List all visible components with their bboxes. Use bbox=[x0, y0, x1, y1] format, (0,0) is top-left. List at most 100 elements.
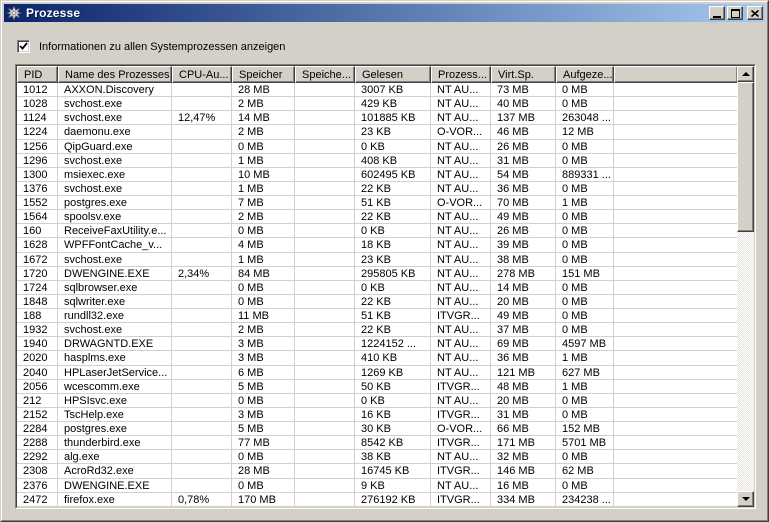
cell: 38 MB bbox=[491, 253, 556, 267]
cell: 12,47% bbox=[172, 111, 232, 125]
cell: 20 MB bbox=[491, 295, 556, 309]
table-row[interactable]: 1224daemonu.exe2 MB23 KBO-VOR...46 MB12 … bbox=[17, 125, 737, 139]
table-row[interactable]: 212HPSIsvc.exe0 MB0 KBNT AU...20 MB0 MB bbox=[17, 394, 737, 408]
table-row[interactable]: 1848sqlwriter.exe0 MB22 KBNT AU...20 MB0… bbox=[17, 295, 737, 309]
cell: 171 MB bbox=[491, 436, 556, 450]
table-row[interactable]: 1628WPFFontCache_v...4 MB18 KBNT AU...39… bbox=[17, 238, 737, 252]
cell: 28 MB bbox=[232, 464, 295, 478]
column-header[interactable]: PID bbox=[17, 66, 58, 83]
cell: 1672 bbox=[17, 253, 58, 267]
table-row[interactable]: 1724sqlbrowser.exe0 MB0 KBNT AU...14 MB0… bbox=[17, 281, 737, 295]
column-header[interactable]: Speiche... bbox=[295, 66, 355, 83]
table-row[interactable]: 2040HPLaserJetService...6 MB1269 KBNT AU… bbox=[17, 366, 737, 380]
system-processes-checkbox[interactable] bbox=[17, 40, 30, 53]
cell bbox=[295, 479, 355, 493]
cell: AXXON.Discovery bbox=[58, 83, 172, 97]
cell: NT AU... bbox=[431, 337, 491, 351]
window-title: Prozesse bbox=[26, 6, 80, 20]
table-row[interactable]: 1376svchost.exe1 MB22 KBNT AU...36 MB0 M… bbox=[17, 182, 737, 196]
cell: 188 bbox=[17, 309, 58, 323]
cell: 1552 bbox=[17, 196, 58, 210]
cell: 14 MB bbox=[491, 281, 556, 295]
scroll-down-button[interactable] bbox=[737, 491, 754, 507]
table-row[interactable]: 1028svchost.exe2 MB429 KBNT AU...40 MB0 … bbox=[17, 97, 737, 111]
column-header[interactable]: Virt.Sp. bbox=[491, 66, 556, 83]
vertical-scrollbar[interactable] bbox=[737, 66, 754, 507]
cell: 69 MB bbox=[491, 337, 556, 351]
table-row[interactable]: 2152TscHelp.exe3 MB16 KBITVGR...31 MB0 M… bbox=[17, 408, 737, 422]
cell: svchost.exe bbox=[58, 97, 172, 111]
cell: 16745 KB bbox=[355, 464, 431, 478]
column-header[interactable]: Prozess... bbox=[431, 66, 491, 83]
table-row[interactable]: 1720DWENGINE.EXE2,34%84 MB295805 KBNT AU… bbox=[17, 267, 737, 281]
cell: 146 MB bbox=[491, 464, 556, 478]
cell: 3007 KB bbox=[355, 83, 431, 97]
cell: 0 KB bbox=[355, 394, 431, 408]
table-row[interactable]: 2284postgres.exe5 MB30 KBO-VOR...66 MB15… bbox=[17, 422, 737, 436]
table-row[interactable]: 2376DWENGINE.EXE0 MB9 KBNT AU...16 MB0 M… bbox=[17, 479, 737, 493]
cell: 1940 bbox=[17, 337, 58, 351]
cell: sqlbrowser.exe bbox=[58, 281, 172, 295]
cell: 36 MB bbox=[491, 351, 556, 365]
close-button[interactable] bbox=[747, 6, 763, 20]
scroll-up-button[interactable] bbox=[737, 66, 754, 82]
table-row[interactable]: 2292alg.exe0 MB38 KBNT AU...32 MB0 MB bbox=[17, 450, 737, 464]
cell: O-VOR... bbox=[431, 196, 491, 210]
cell: 51 KB bbox=[355, 309, 431, 323]
scrollbar-thumb[interactable] bbox=[737, 82, 754, 232]
column-header[interactable]: Speicher bbox=[232, 66, 295, 83]
cell: 2056 bbox=[17, 380, 58, 394]
cell: 1224 bbox=[17, 125, 58, 139]
maximize-icon bbox=[731, 9, 740, 18]
cell: 627 MB bbox=[556, 366, 614, 380]
cell: 1564 bbox=[17, 210, 58, 224]
cell bbox=[172, 351, 232, 365]
table-row[interactable]: 1300msiexec.exe10 MB602495 KBNT AU...54 … bbox=[17, 168, 737, 182]
cell: 295805 KB bbox=[355, 267, 431, 281]
cell-filler bbox=[614, 351, 737, 365]
table-row[interactable]: 1932svchost.exe2 MB22 KBNT AU...37 MB0 M… bbox=[17, 323, 737, 337]
cell bbox=[295, 323, 355, 337]
cell-filler bbox=[614, 450, 737, 464]
table-row[interactable]: 1940DRWAGNTD.EXE3 MB1224152 ...NT AU...6… bbox=[17, 337, 737, 351]
table-row[interactable]: 1012AXXON.Discovery28 MB3007 KBNT AU...7… bbox=[17, 83, 737, 97]
column-header[interactable]: CPU-Au... bbox=[172, 66, 232, 83]
table-row[interactable]: 1672svchost.exe1 MB23 KBNT AU...38 MB0 M… bbox=[17, 253, 737, 267]
cell: 0 MB bbox=[556, 83, 614, 97]
table-row[interactable]: 2056wcescomm.exe5 MB50 KBITVGR...48 MB1 … bbox=[17, 380, 737, 394]
table-row[interactable]: 1256QipGuard.exe0 MB0 KBNT AU...26 MB0 M… bbox=[17, 140, 737, 154]
cell: 1124 bbox=[17, 111, 58, 125]
checkbox-label[interactable]: Informationen zu allen Systemprozessen a… bbox=[39, 41, 285, 53]
cell: NT AU... bbox=[431, 450, 491, 464]
maximize-button[interactable] bbox=[727, 6, 743, 20]
cell: NT AU... bbox=[431, 267, 491, 281]
table-row[interactable]: 1552postgres.exe7 MB51 KBO-VOR...70 MB1 … bbox=[17, 196, 737, 210]
table-row[interactable]: 2472firefox.exe0,78%170 MB276192 KBITVGR… bbox=[17, 493, 737, 507]
table-row[interactable]: 2020hasplms.exe3 MB410 KBNT AU...36 MB1 … bbox=[17, 351, 737, 365]
column-header-filler bbox=[614, 66, 737, 83]
table-row[interactable]: 188rundll32.exe11 MB51 KBITVGR...49 MB0 … bbox=[17, 309, 737, 323]
column-header[interactable]: Aufgeze... bbox=[556, 66, 614, 83]
cell: 1 MB bbox=[232, 154, 295, 168]
titlebar[interactable]: Prozesse bbox=[4, 4, 765, 22]
cell: 49 MB bbox=[491, 309, 556, 323]
cell: 12 MB bbox=[556, 125, 614, 139]
column-header[interactable]: Name des Prozesses bbox=[58, 66, 172, 83]
minimize-button[interactable] bbox=[709, 6, 725, 20]
gear-star-icon[interactable] bbox=[6, 5, 22, 21]
table-row[interactable]: 2288thunderbird.exe77 MB8542 KBITVGR...1… bbox=[17, 436, 737, 450]
table-row[interactable]: 2308AcroRd32.exe28 MB16745 KBITVGR...146… bbox=[17, 464, 737, 478]
process-dialog-window: Prozesse Informationen zu allen Systempr… bbox=[0, 0, 769, 522]
cell: 0 MB bbox=[556, 479, 614, 493]
table-row[interactable]: 1564spoolsv.exe2 MB22 KBNT AU...49 MB0 M… bbox=[17, 210, 737, 224]
table-row[interactable]: 160ReceiveFaxUtility.e...0 MB0 KBNT AU..… bbox=[17, 224, 737, 238]
table-row[interactable]: 1296svchost.exe1 MB408 KBNT AU...31 MB0 … bbox=[17, 154, 737, 168]
cell-filler bbox=[614, 337, 737, 351]
column-header[interactable]: Gelesen bbox=[355, 66, 431, 83]
cell-filler bbox=[614, 323, 737, 337]
cell: 62 MB bbox=[556, 464, 614, 478]
cell: HPLaserJetService... bbox=[58, 366, 172, 380]
cell bbox=[295, 154, 355, 168]
cell bbox=[172, 366, 232, 380]
table-row[interactable]: 1124svchost.exe12,47%14 MB101885 KBNT AU… bbox=[17, 111, 737, 125]
